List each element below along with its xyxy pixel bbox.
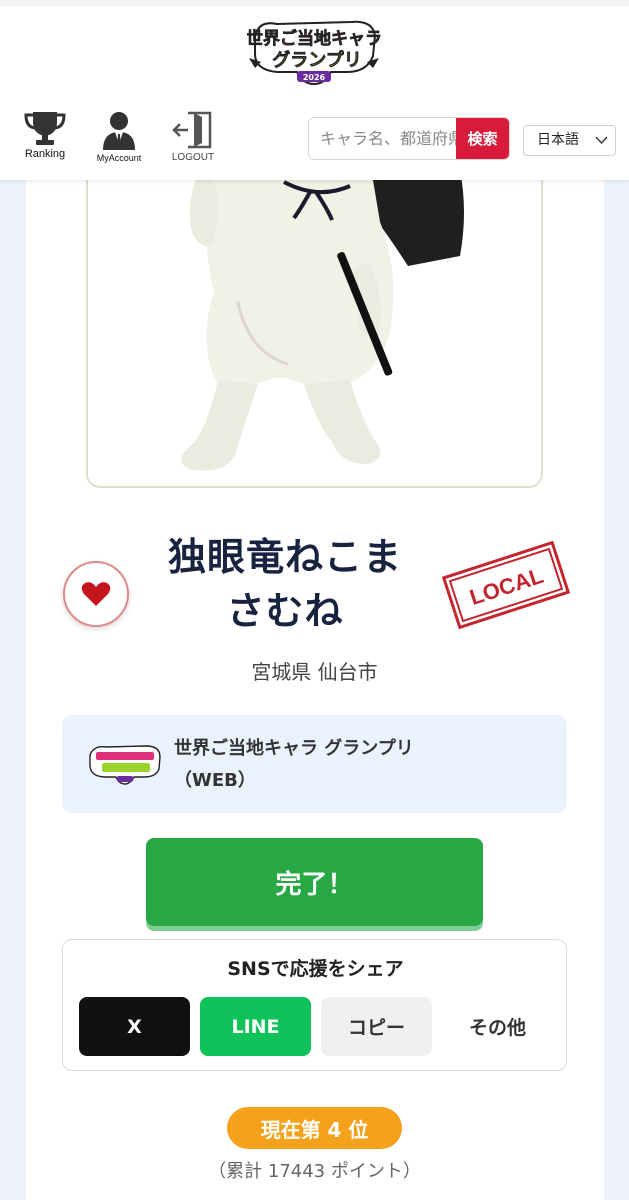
share-panel: SNSで応援をシェア X LINE コピー その他 [62, 939, 567, 1071]
nav-logout[interactable]: LOGOUT [158, 110, 228, 170]
share-line-button[interactable]: LINE [200, 997, 311, 1056]
chevron-down-icon [595, 136, 608, 145]
total-points: （累計 17443 ポイント） [208, 1161, 421, 1182]
browser-top-strip [0, 0, 629, 6]
event-info: 世界ご当地キャラ グランプリ （WEB） [62, 715, 567, 813]
character-photo [86, 150, 543, 488]
share-other-button[interactable]: その他 [442, 997, 553, 1056]
logo-text-2: グランプリ [272, 49, 361, 71]
nav-account-label: MyAccount [96, 153, 142, 163]
character-name-line2: さむね [226, 589, 344, 633]
logo-text-1: 世界ご当地キャラ [247, 28, 381, 49]
nav-logout-label: LOGOUT [171, 152, 215, 163]
nav-my-account[interactable]: MyAccount [84, 110, 154, 170]
language-select[interactable]: 日本語 [523, 125, 616, 156]
share-title: SNSで応援をシェア [227, 958, 404, 980]
trophy-icon [24, 112, 66, 145]
nav-ranking[interactable]: Ranking [10, 110, 80, 170]
logout-icon [172, 111, 212, 149]
search-button[interactable]: 検索 [456, 118, 509, 159]
nav-ranking-label: Ranking [24, 148, 66, 160]
site-logo[interactable]: 世界ご当地キャラ グランプリ 2026 [247, 16, 381, 86]
favorite-button[interactable] [63, 561, 129, 627]
event-name-line1: 世界ご当地キャラ グランプリ [174, 738, 414, 759]
event-name: 世界ご当地キャラ グランプリ （WEB） [174, 733, 544, 797]
character-location: 宮城県 仙台市 [251, 660, 378, 684]
character-name-line1: 独眼竜ねこま [167, 535, 402, 579]
share-copy-button[interactable]: コピー [321, 997, 432, 1056]
search-input[interactable] [309, 118, 459, 159]
logo-year: 2026 [303, 73, 326, 82]
user-icon [103, 112, 135, 150]
search-box: 検索 [308, 117, 510, 160]
site-header: 世界ご当地キャラ グランプリ 2026 Ranking MyAccount LO… [0, 0, 629, 180]
rank-badge: 現在第 4 位 [227, 1107, 402, 1149]
event-logo [89, 745, 161, 785]
done-button[interactable]: 完了！ [146, 838, 483, 926]
heart-icon [81, 582, 111, 606]
language-value: 日本語 [537, 132, 579, 148]
share-x-button[interactable]: X [79, 997, 190, 1056]
mascot-illustration [181, 152, 464, 471]
character-name: 独眼竜ねこま さむね [140, 530, 430, 638]
event-name-line2: （WEB） [174, 770, 256, 791]
